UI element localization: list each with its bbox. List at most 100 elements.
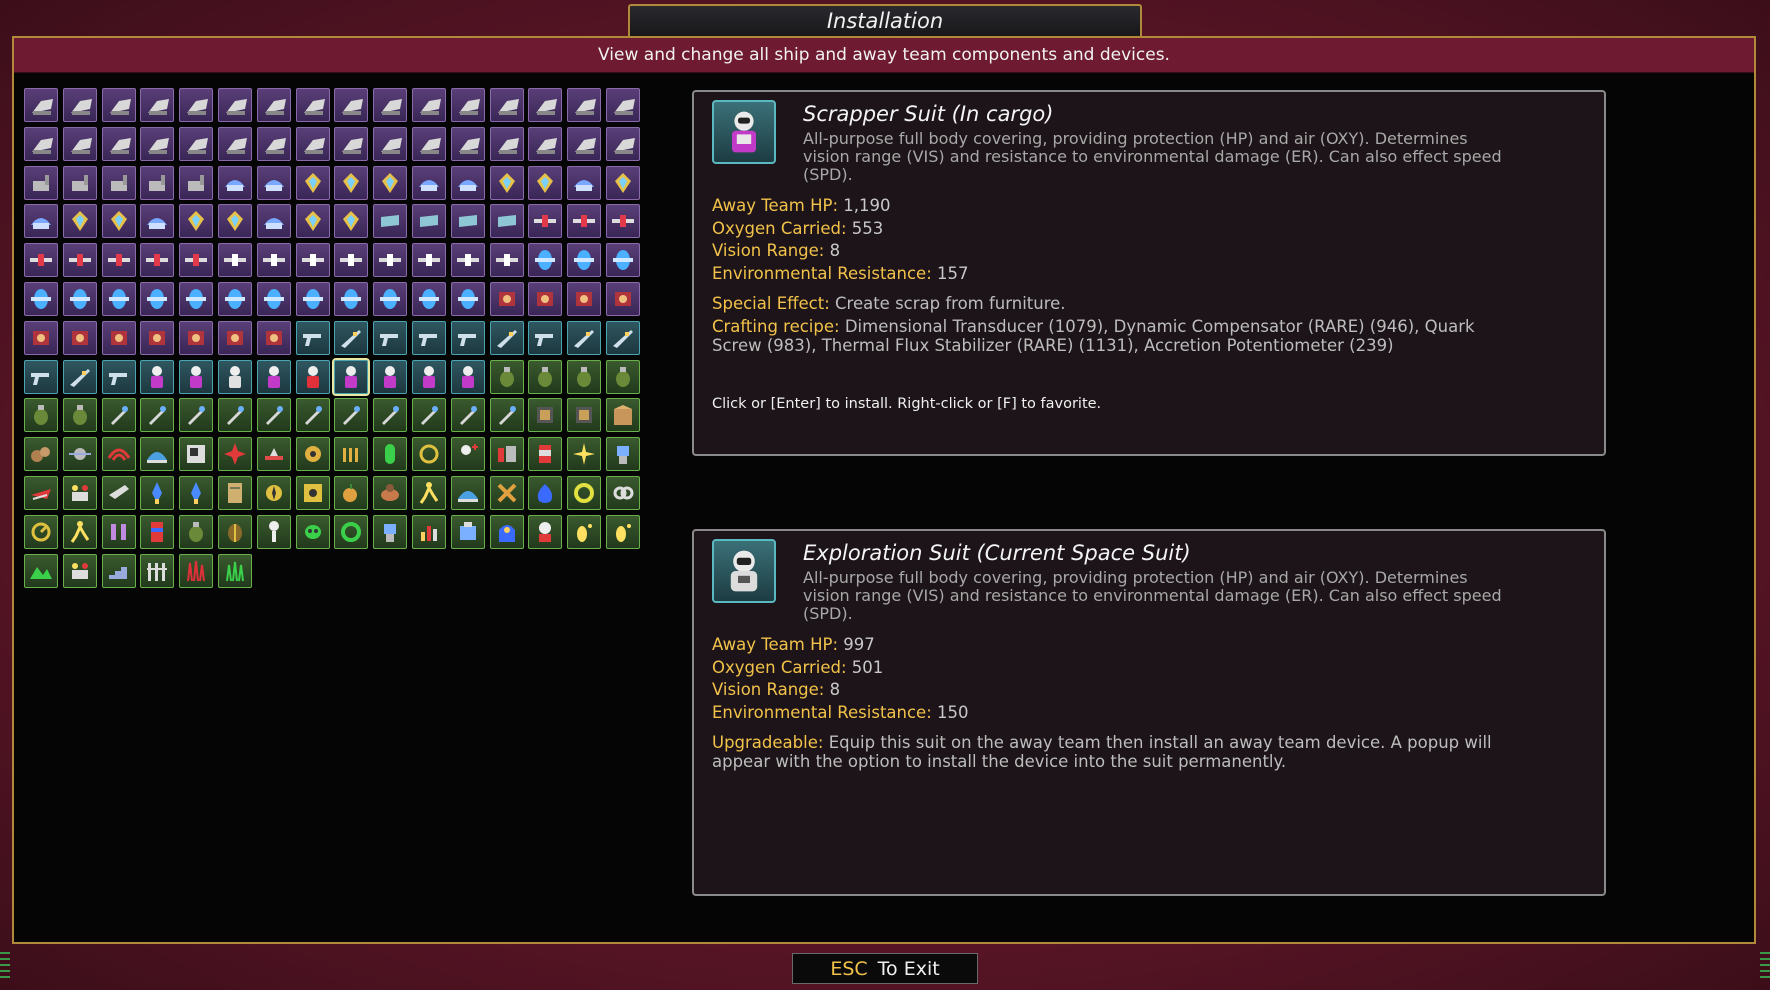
component-slot[interactable]	[567, 514, 602, 549]
component-slot[interactable]	[373, 281, 408, 316]
component-slot[interactable]	[217, 165, 252, 200]
component-slot[interactable]	[256, 359, 291, 394]
component-slot[interactable]	[605, 475, 640, 510]
component-slot[interactable]	[605, 243, 640, 278]
component-slot[interactable]	[411, 88, 446, 122]
component-slot[interactable]	[450, 398, 485, 433]
component-slot[interactable]	[528, 204, 563, 239]
component-slot[interactable]	[101, 204, 136, 239]
component-slot[interactable]	[605, 281, 640, 316]
component-slot[interactable]	[217, 243, 252, 278]
component-slot[interactable]	[24, 359, 58, 394]
component-slot[interactable]	[295, 398, 330, 433]
component-slot[interactable]	[256, 243, 291, 278]
component-slot[interactable]	[217, 359, 252, 394]
component-slot[interactable]	[334, 437, 369, 472]
component-slot[interactable]	[528, 398, 563, 433]
component-slot[interactable]	[411, 320, 446, 355]
component-slot[interactable]	[295, 437, 330, 472]
component-slot[interactable]	[450, 514, 485, 549]
component-slot[interactable]	[605, 437, 640, 472]
component-slot[interactable]	[140, 398, 175, 433]
component-slot[interactable]	[140, 88, 175, 122]
component-slot[interactable]	[605, 320, 640, 355]
component-slot[interactable]	[605, 398, 640, 433]
component-slot[interactable]	[411, 243, 446, 278]
component-slot[interactable]	[217, 475, 252, 510]
component-slot[interactable]	[217, 204, 252, 239]
component-slot[interactable]	[334, 126, 369, 161]
component-slot[interactable]	[528, 475, 563, 510]
component-slot[interactable]	[62, 243, 97, 278]
component-slot[interactable]	[373, 165, 408, 200]
component-slot[interactable]	[489, 437, 524, 472]
component-slot[interactable]	[179, 398, 214, 433]
component-slot[interactable]	[334, 88, 369, 122]
component-slot[interactable]	[140, 514, 175, 549]
component-slot[interactable]	[411, 204, 446, 239]
component-slot[interactable]	[567, 243, 602, 278]
component-slot[interactable]	[295, 204, 330, 239]
component-slot[interactable]	[489, 88, 524, 122]
component-slot[interactable]	[450, 359, 485, 394]
component-slot[interactable]	[489, 359, 524, 394]
component-slot[interactable]	[217, 281, 252, 316]
component-slot[interactable]	[450, 165, 485, 200]
component-slot[interactable]	[411, 475, 446, 510]
component-slot[interactable]	[24, 475, 58, 510]
component-slot[interactable]	[334, 320, 369, 355]
component-slot[interactable]	[140, 437, 175, 472]
component-slot[interactable]	[528, 243, 563, 278]
component-slot[interactable]	[295, 243, 330, 278]
component-slot[interactable]	[217, 126, 252, 161]
component-slot[interactable]	[101, 437, 136, 472]
component-slot[interactable]	[605, 514, 640, 549]
component-slot[interactable]	[295, 126, 330, 161]
component-slot[interactable]	[24, 126, 58, 161]
component-slot[interactable]	[605, 204, 640, 239]
component-slot[interactable]	[179, 475, 214, 510]
component-slot[interactable]	[373, 88, 408, 122]
component-slot[interactable]	[567, 320, 602, 355]
component-slot[interactable]	[373, 359, 408, 394]
component-slot[interactable]	[450, 126, 485, 161]
component-slot[interactable]	[140, 204, 175, 239]
component-slot[interactable]	[373, 126, 408, 161]
component-slot[interactable]	[450, 204, 485, 239]
component-slot[interactable]	[334, 475, 369, 510]
component-slot[interactable]	[62, 514, 97, 549]
component-slot[interactable]	[528, 437, 563, 472]
exit-button[interactable]: ESC To Exit	[792, 953, 978, 984]
component-slot[interactable]	[295, 320, 330, 355]
component-slot[interactable]	[528, 281, 563, 316]
component-slot[interactable]	[140, 475, 175, 510]
component-slot[interactable]	[411, 126, 446, 161]
component-slot[interactable]	[217, 553, 252, 588]
component-slot[interactable]	[62, 398, 97, 433]
component-slot[interactable]	[179, 359, 214, 394]
component-slot[interactable]	[567, 281, 602, 316]
component-slot[interactable]	[295, 475, 330, 510]
component-slot[interactable]	[101, 398, 136, 433]
component-slot[interactable]	[101, 88, 136, 122]
component-slot[interactable]	[101, 359, 136, 394]
component-slot[interactable]	[256, 398, 291, 433]
component-slot[interactable]	[140, 359, 175, 394]
component-slot[interactable]	[528, 88, 563, 122]
component-slot[interactable]	[101, 553, 136, 588]
component-slot[interactable]	[101, 320, 136, 355]
component-slot[interactable]	[528, 165, 563, 200]
component-slot[interactable]	[179, 126, 214, 161]
component-slot[interactable]	[528, 514, 563, 549]
component-slot[interactable]	[373, 398, 408, 433]
component-slot[interactable]	[140, 165, 175, 200]
component-slot[interactable]	[140, 553, 175, 588]
component-slot[interactable]	[489, 398, 524, 433]
component-slot[interactable]	[140, 243, 175, 278]
component-slot[interactable]	[179, 320, 214, 355]
component-slot[interactable]	[489, 243, 524, 278]
component-slot[interactable]	[528, 359, 563, 394]
component-slot[interactable]	[411, 514, 446, 549]
component-slot[interactable]	[256, 165, 291, 200]
component-slot[interactable]	[450, 437, 485, 472]
